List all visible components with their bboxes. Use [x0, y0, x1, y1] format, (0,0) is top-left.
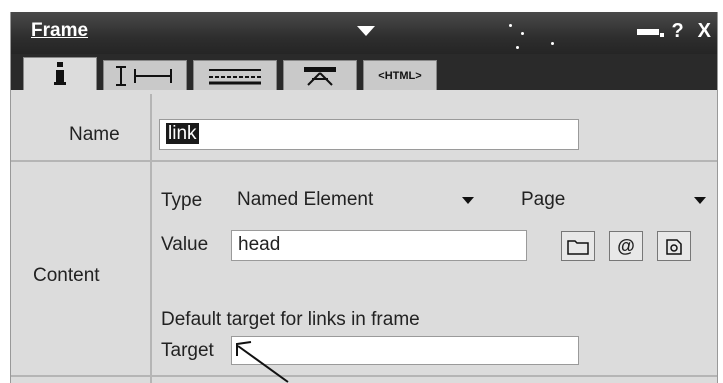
scope-select-value: Page [521, 189, 566, 210]
bottom-divider [11, 375, 717, 377]
resize-icon [116, 65, 172, 86]
type-select-value: Named Element [237, 189, 374, 210]
frame-icon [304, 66, 336, 86]
help-icon[interactable]: ? [671, 20, 683, 43]
lines-icon [209, 68, 261, 84]
tab-borders[interactable] [193, 60, 277, 90]
email-link-button[interactable]: @ [609, 231, 643, 261]
content-label: Content [33, 265, 100, 286]
scope-select[interactable]: Page [515, 186, 711, 216]
default-target-heading: Default target for links in frame [161, 309, 420, 330]
point-to-file-button[interactable] [657, 231, 691, 261]
chevron-down-icon[interactable] [457, 186, 479, 216]
section-divider [11, 160, 717, 162]
value-label: Value [161, 234, 209, 255]
name-value: link [166, 123, 199, 144]
tab-frameset[interactable] [283, 60, 357, 90]
panel-title: Frame [31, 20, 89, 41]
type-label: Type [161, 190, 203, 211]
target-label: Target [161, 340, 214, 361]
point-file-icon [666, 239, 682, 255]
tab-size-position[interactable] [103, 60, 187, 90]
chevron-down-icon[interactable] [689, 186, 711, 216]
collapse-icon[interactable] [637, 25, 665, 39]
type-select[interactable]: Named Element [231, 186, 479, 216]
folder-icon [567, 240, 589, 255]
value-field[interactable]: head [231, 230, 527, 261]
tab-general[interactable] [23, 57, 97, 90]
label-column-divider [150, 94, 152, 383]
name-field[interactable]: link [159, 119, 579, 150]
name-label: Name [69, 124, 120, 145]
browse-folder-button[interactable] [561, 231, 595, 261]
annotation-arrow-icon [236, 341, 289, 383]
tab-bar: <HTML> [11, 54, 717, 90]
title-bar: Frame ? X [11, 12, 717, 54]
info-icon [54, 62, 66, 85]
frame-inspector-panel: Frame ? X <HTML> Name link Content Type … [10, 12, 718, 383]
tab-html[interactable]: <HTML> [363, 60, 437, 90]
close-icon[interactable]: X [698, 20, 711, 43]
title-dropdown-icon[interactable] [357, 26, 375, 38]
